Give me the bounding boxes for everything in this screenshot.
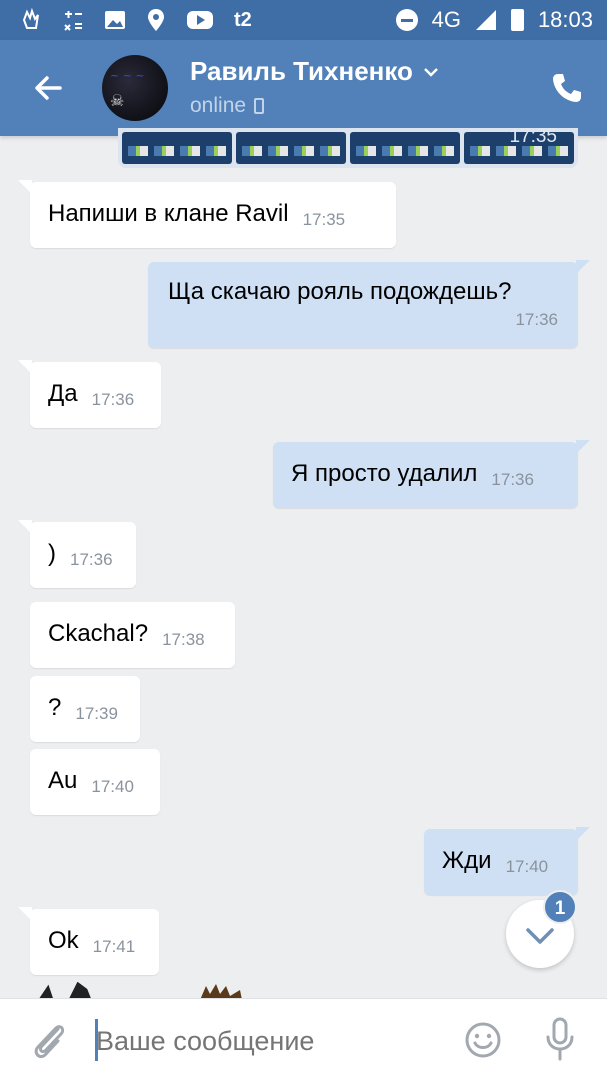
network-label: 4G	[431, 7, 461, 32]
message-time: 17:41	[92, 937, 136, 956]
back-arrow-icon[interactable]	[30, 70, 66, 106]
youtube-icon	[187, 11, 213, 29]
bubble-tail	[576, 440, 590, 454]
chat-header: ~ ~ ~ ☠ Равиль Тихненко online	[0, 40, 607, 136]
message-bubble-incoming[interactable]: Ok 17:41	[18, 907, 159, 975]
contact-status-row: online	[190, 94, 265, 118]
image-thumbnail[interactable]	[350, 132, 460, 164]
message-text: Да	[48, 380, 78, 407]
gallery-icon	[105, 11, 125, 29]
message-bubble-incoming[interactable]: ? 17:39	[30, 676, 140, 742]
message-bubble-outgoing[interactable]: Жди 17:40	[424, 827, 590, 895]
status-left-icons: t2	[18, 6, 252, 34]
microphone-icon[interactable]	[545, 1017, 575, 1061]
message-text: Ckachal?	[48, 620, 149, 647]
message-time: 17:39	[75, 704, 118, 723]
image-thumbnail[interactable]	[122, 132, 232, 164]
image-thumbnail[interactable]	[236, 132, 346, 164]
message-bubble-incoming[interactable]: Ckachal? 17:38	[30, 602, 235, 668]
location-icon	[148, 9, 164, 31]
do-not-disturb-icon	[395, 9, 418, 31]
message-text: )	[48, 540, 56, 567]
status-right-icons: 4G 18:03	[395, 6, 593, 34]
bubble-tail	[18, 907, 32, 921]
message-text: ?	[48, 694, 62, 721]
bubble-tail	[576, 260, 590, 274]
message-bubble-incoming[interactable]: ) 17:36	[18, 520, 136, 588]
contact-name: Равиль Тихненко	[190, 56, 413, 86]
battery-icon	[510, 9, 524, 31]
call-icon[interactable]	[549, 70, 585, 106]
message-time: 17:36	[515, 310, 558, 329]
message-bubble-incoming[interactable]: Да 17:36	[18, 360, 161, 428]
calculator-icon	[64, 11, 82, 31]
message-text: Жди	[442, 847, 492, 874]
message-bubble-incoming[interactable]: Au 17:40	[30, 749, 160, 815]
avatar-graphic: ~ ~ ~	[110, 69, 145, 82]
clock: 18:03	[537, 7, 593, 32]
mobile-icon	[254, 98, 265, 114]
emoji-icon[interactable]	[464, 1021, 502, 1059]
skull-icon: ☠	[110, 93, 125, 110]
message-input[interactable]	[96, 1021, 436, 1061]
message-time: 17:38	[162, 630, 205, 649]
message-bubble-outgoing[interactable]: Ща скачаю рояль подождешь? 17:36	[148, 260, 590, 348]
message-text: Я просто удалил	[291, 460, 478, 487]
signal-icon	[475, 10, 496, 30]
paperclip-icon[interactable]	[28, 1019, 68, 1061]
status-bar: t2 4G 18:03	[0, 0, 607, 40]
chevron-down-icon	[424, 67, 438, 77]
message-text: Ok	[48, 927, 79, 954]
image-message-time: 17:35	[509, 126, 557, 147]
bubble-tail	[18, 180, 32, 194]
bubble-tail	[18, 360, 32, 374]
carrier-label: t2	[234, 9, 252, 31]
message-bubble-outgoing[interactable]: Я просто удалил 17:36	[273, 440, 590, 508]
unread-badge: 1	[543, 890, 577, 924]
message-bubble-incoming[interactable]: Напиши в клане Ravil 17:35	[18, 180, 396, 248]
message-time: 17:36	[70, 550, 113, 569]
bubble-tail	[18, 520, 32, 534]
message-time: 17:35	[302, 210, 346, 229]
hand-icon	[22, 8, 39, 29]
message-time: 17:36	[91, 390, 135, 409]
message-time: 17:40	[91, 777, 134, 796]
message-composer	[0, 998, 607, 1080]
avatar[interactable]: ~ ~ ~ ☠	[102, 55, 168, 121]
message-time: 17:36	[491, 470, 534, 489]
contact-name-row[interactable]: Равиль Тихненко	[190, 56, 441, 87]
message-time: 17:40	[505, 857, 549, 876]
message-text: Au	[48, 767, 78, 794]
bubble-tail	[576, 827, 590, 841]
message-text: Напиши в клане Ravil	[48, 200, 289, 227]
contact-status: online	[190, 94, 247, 117]
message-text: Ща скачаю рояль подождешь?	[168, 278, 512, 305]
